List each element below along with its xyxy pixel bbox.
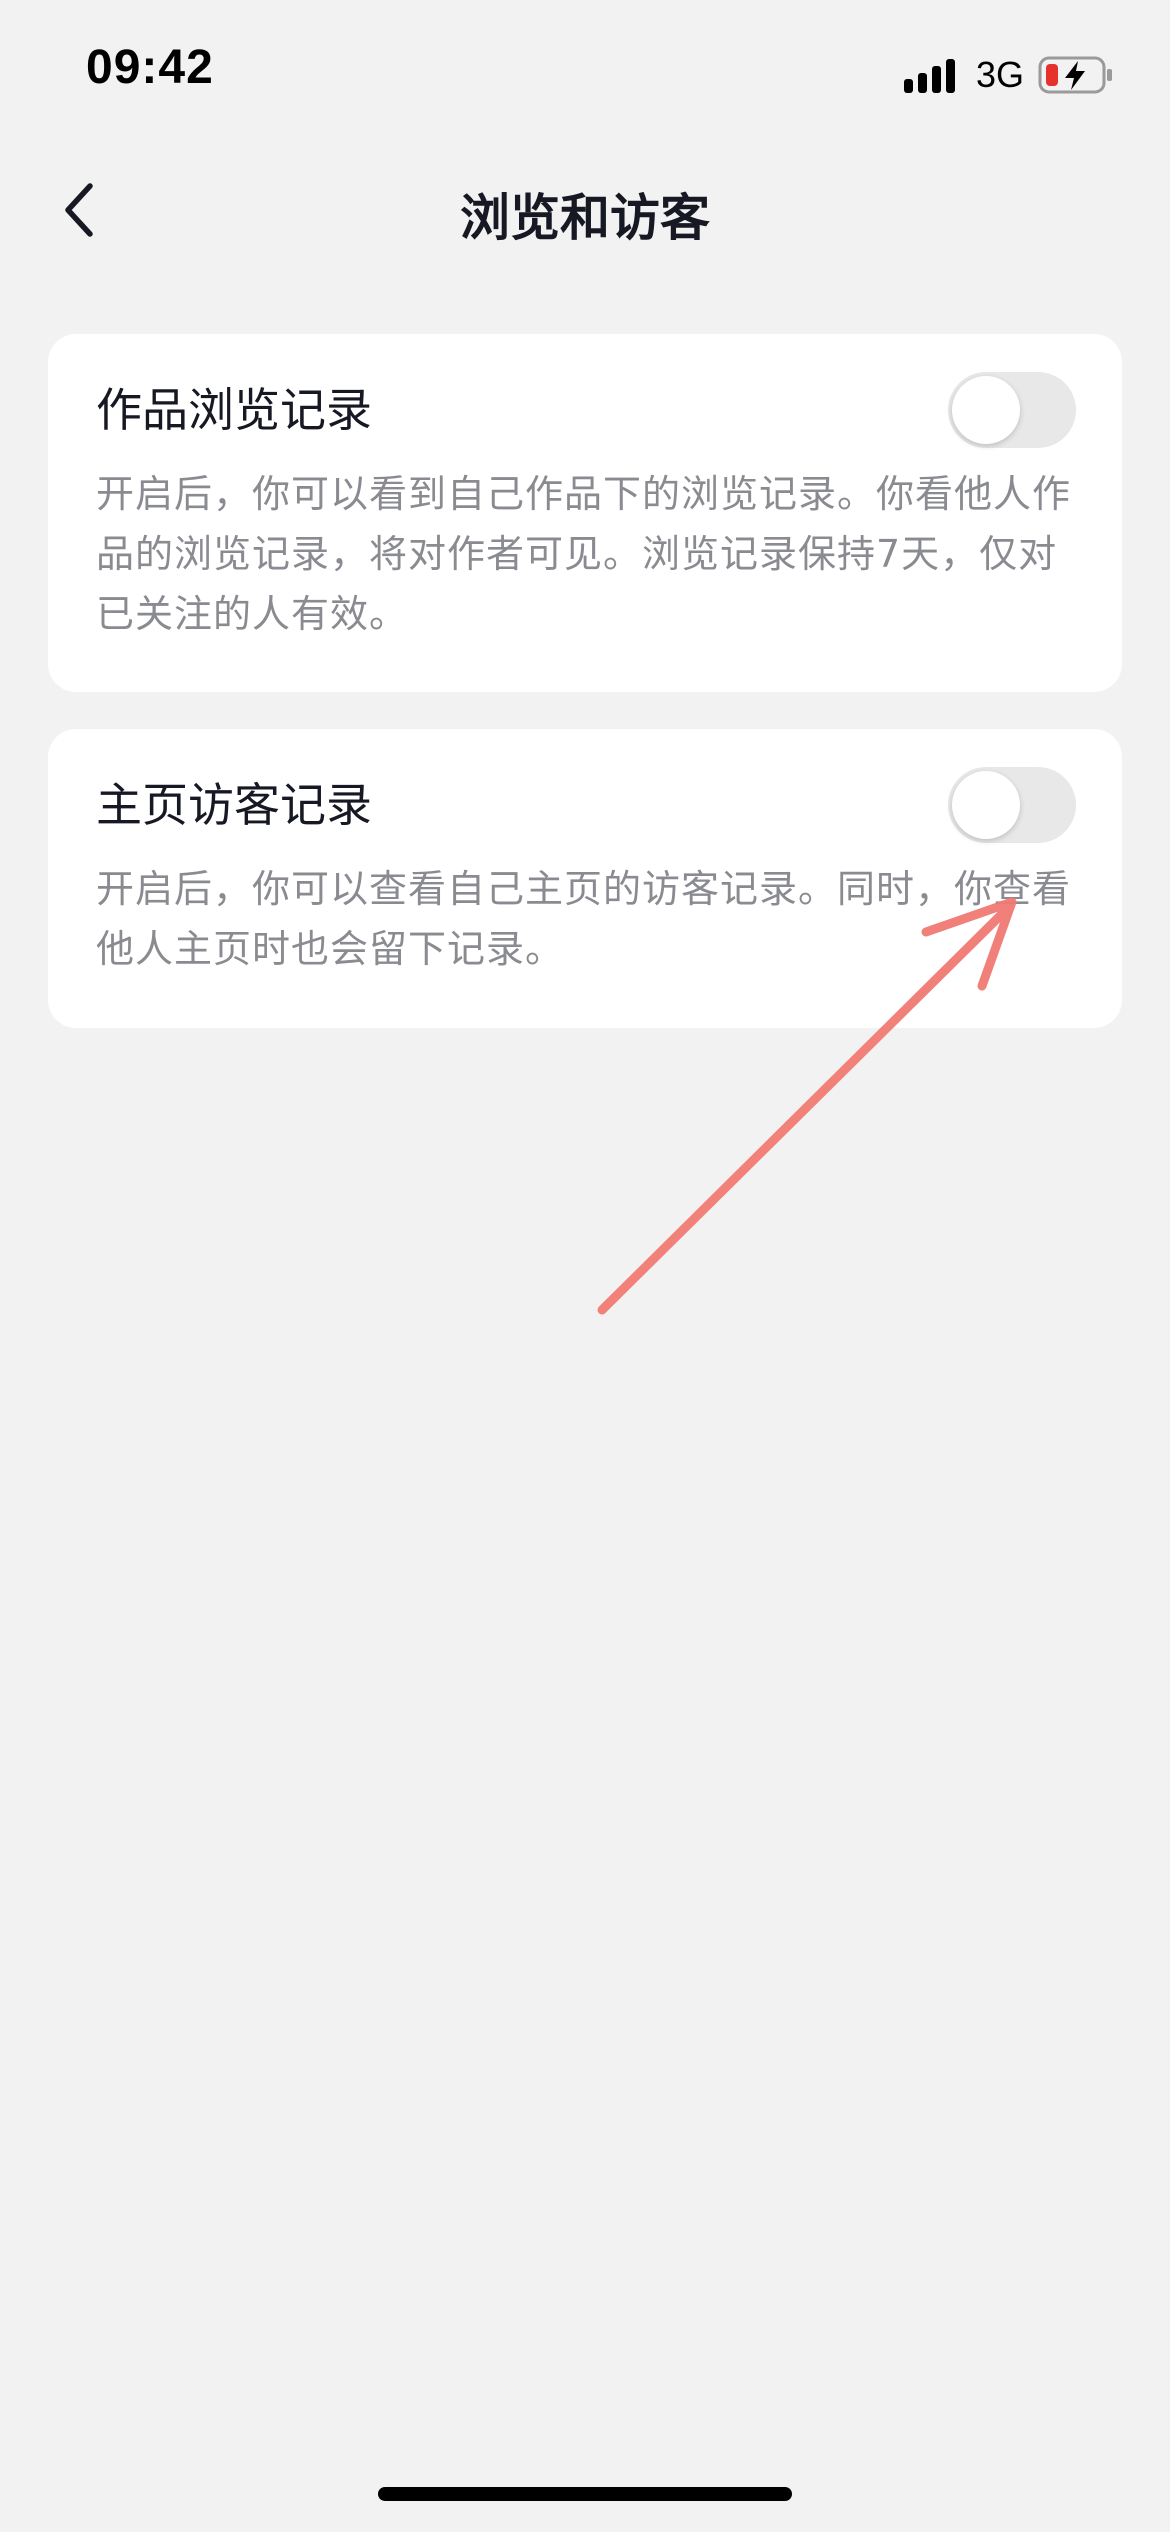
status-indicators: 3G (902, 52, 1114, 98)
toggle-knob (952, 771, 1020, 839)
page-title: 浏览和访客 (460, 189, 710, 247)
setting-title: 主页访客记录 (96, 778, 372, 832)
status-time: 09:42 (86, 41, 214, 94)
network-type-label: 3G (975, 54, 1024, 95)
profile-visitors-toggle[interactable] (948, 767, 1076, 843)
navigation-bar: 浏览和访客 (0, 150, 1170, 270)
setting-description: 开启后，你可以看到自己作品下的浏览记录。你看他人作品的浏览记录，将对作者可见。浏… (96, 472, 1072, 636)
setting-card-works-view-history: 作品浏览记录 开启后，你可以看到自己作品下的浏览记录。你看他人作品的浏览记录，将… (48, 334, 1122, 692)
setting-description: 开启后，你可以查看自己主页的访客记录。同时，你查看他人主页时也会留下记录。 (96, 867, 1072, 971)
status-bar: 09:42 3G (0, 0, 1170, 150)
works-view-history-toggle[interactable] (948, 372, 1076, 448)
toggle-knob (952, 376, 1020, 444)
battery-charging-low-icon (1038, 56, 1112, 94)
setting-card-profile-visitors: 主页访客记录 开启后，你可以查看自己主页的访客记录。同时，你查看他人主页时也会留… (48, 729, 1122, 1028)
home-indicator[interactable] (378, 2487, 792, 2501)
signal-bars-icon (903, 59, 955, 93)
setting-title: 作品浏览记录 (96, 383, 372, 437)
